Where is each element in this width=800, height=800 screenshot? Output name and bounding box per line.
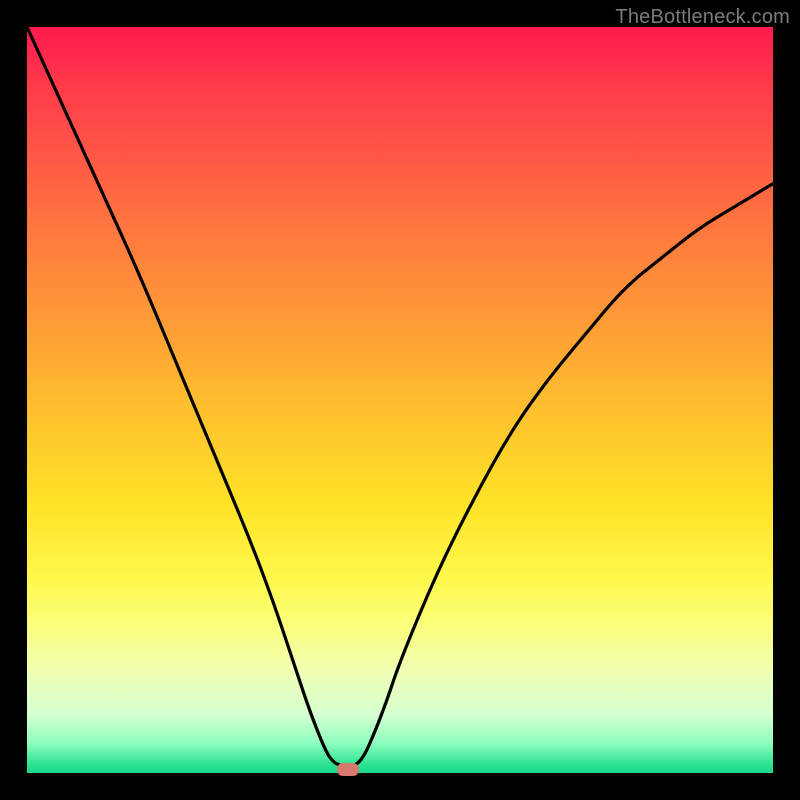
chart-frame: TheBottleneck.com	[0, 0, 800, 800]
minimum-marker	[337, 763, 359, 776]
bottleneck-curve	[27, 27, 773, 773]
plot-area	[27, 27, 773, 773]
watermark-text: TheBottleneck.com	[615, 6, 790, 29]
